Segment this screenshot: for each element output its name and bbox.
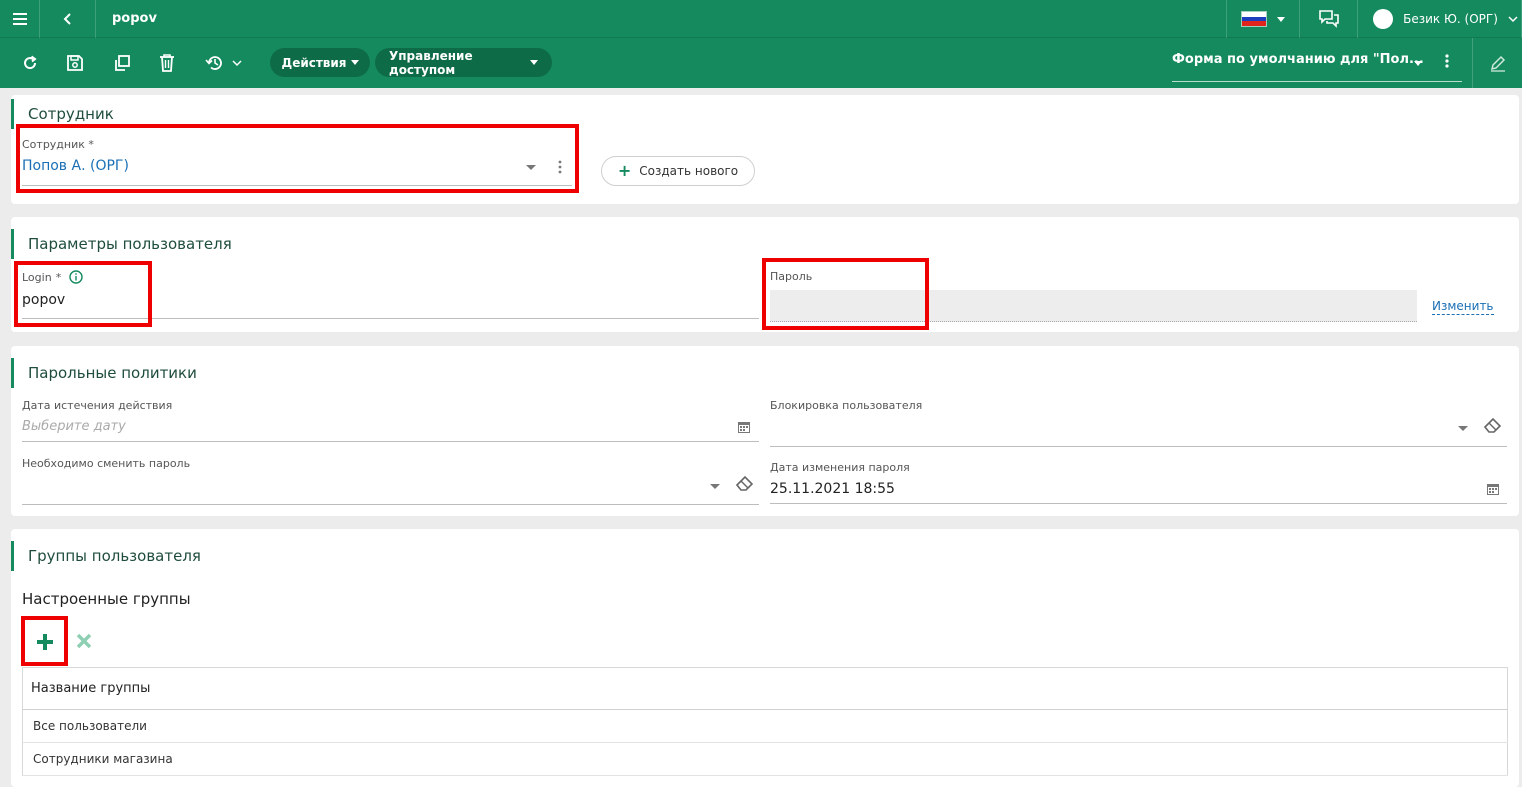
eraser-icon[interactable] — [735, 474, 755, 492]
table-cell: Все пользователи — [22, 709, 1508, 743]
refresh-button[interactable] — [19, 52, 41, 74]
configured-groups-title: Настроенные группы — [22, 590, 191, 608]
delete-button[interactable] — [156, 52, 178, 74]
language-selector[interactable] — [1226, 0, 1300, 38]
expiry-date-underline — [22, 441, 759, 442]
save-button[interactable] — [64, 52, 86, 74]
copy-icon — [115, 55, 130, 71]
delete-icon — [160, 54, 174, 72]
history-button[interactable] — [204, 52, 248, 74]
create-new-button[interactable]: + Создать нового — [601, 156, 755, 186]
history-icon — [205, 56, 222, 70]
caret-down-icon[interactable] — [710, 484, 720, 489]
change-password-link[interactable]: Изменить — [1432, 299, 1494, 315]
caret-down-icon — [350, 60, 359, 65]
close-icon — [76, 633, 92, 649]
highlight-box — [14, 261, 152, 327]
menu-button[interactable] — [0, 0, 40, 38]
refresh-icon — [24, 55, 37, 70]
password-change-date-label: Дата изменения пароля — [770, 461, 910, 474]
form-select[interactable]: Форма по умолчанию для "Пол... — [1172, 48, 1462, 82]
russia-flag-icon — [1241, 11, 1267, 27]
calendar-icon[interactable] — [737, 420, 751, 434]
user-params-section-title: Параметры пользователя — [11, 229, 232, 259]
eraser-icon[interactable] — [1483, 416, 1503, 434]
user-groups-section-title: Группы пользователя — [11, 541, 201, 571]
table-row[interactable]: Все пользователи — [22, 709, 1508, 743]
must-change-password-underline — [22, 504, 759, 505]
actions-label: Действия — [281, 55, 347, 70]
hamburger-icon — [12, 13, 27, 25]
caret-down-icon — [530, 60, 538, 65]
caret-down-icon — [1414, 61, 1422, 66]
caret-down-icon[interactable] — [1458, 426, 1468, 431]
highlight-box — [762, 258, 929, 330]
user-menu[interactable]: Безик Ю. (ОРГ) — [1358, 0, 1522, 38]
chevron-down-icon — [1508, 16, 1518, 23]
password-change-date-underline — [770, 503, 1507, 504]
avatar — [1373, 9, 1394, 29]
password-policies-section-title: Парольные политики — [11, 358, 197, 388]
calendar-icon[interactable] — [1486, 482, 1500, 496]
groups-table: Название группы Все пользователи Сотрудн… — [22, 667, 1508, 776]
plus-icon: + — [617, 161, 632, 180]
edit-icon — [1490, 55, 1505, 72]
user-block-label: Блокировка пользователя — [770, 399, 923, 412]
chevron-left-icon — [63, 13, 71, 25]
table-row[interactable]: Сотрудники магазина — [22, 742, 1508, 776]
chevron-down-icon — [232, 60, 242, 67]
must-change-password-label: Необходимо сменить пароль — [22, 457, 191, 470]
more-vert-icon — [1445, 54, 1449, 68]
access-control-dropdown-button[interactable]: Управление доступом — [375, 48, 552, 77]
actions-dropdown-button[interactable]: Действия — [270, 48, 370, 77]
password-policies-card: Парольные политики — [11, 346, 1519, 516]
user-block-underline — [770, 446, 1507, 447]
caret-down-icon — [1277, 16, 1285, 22]
expiry-date-input[interactable]: Выберите дату — [22, 419, 126, 434]
save-icon — [67, 55, 83, 71]
chat-button[interactable] — [1300, 0, 1358, 38]
create-new-label: Создать нового — [639, 164, 739, 178]
edit-button[interactable] — [1472, 38, 1522, 88]
remove-group-button[interactable] — [74, 631, 94, 651]
user-name: Безик Ю. (ОРГ) — [1403, 12, 1498, 26]
table-cell: Сотрудники магазина — [22, 742, 1508, 776]
back-button[interactable] — [40, 0, 96, 38]
highlight-box — [21, 616, 68, 666]
toolbar: Действия Управление доступом Форма по ум… — [0, 38, 1522, 88]
more-options-button[interactable] — [1444, 54, 1450, 72]
page-title: popov — [112, 11, 157, 26]
table-header-row: Название группы — [22, 667, 1508, 710]
top-bar: popov Безик Ю. (ОРГ) — [0, 0, 1522, 38]
access-control-label: Управление доступом — [389, 48, 473, 77]
form-select-value: Форма по умолчанию для "Пол... — [1172, 52, 1424, 67]
chat-icon — [1318, 10, 1339, 28]
column-header-group-name[interactable]: Название группы — [22, 667, 1508, 710]
highlight-box — [16, 124, 579, 193]
copy-button[interactable] — [111, 52, 133, 74]
password-change-date-value[interactable]: 25.11.2021 18:55 — [770, 481, 895, 497]
expiry-date-label: Дата истечения действия — [22, 399, 173, 412]
